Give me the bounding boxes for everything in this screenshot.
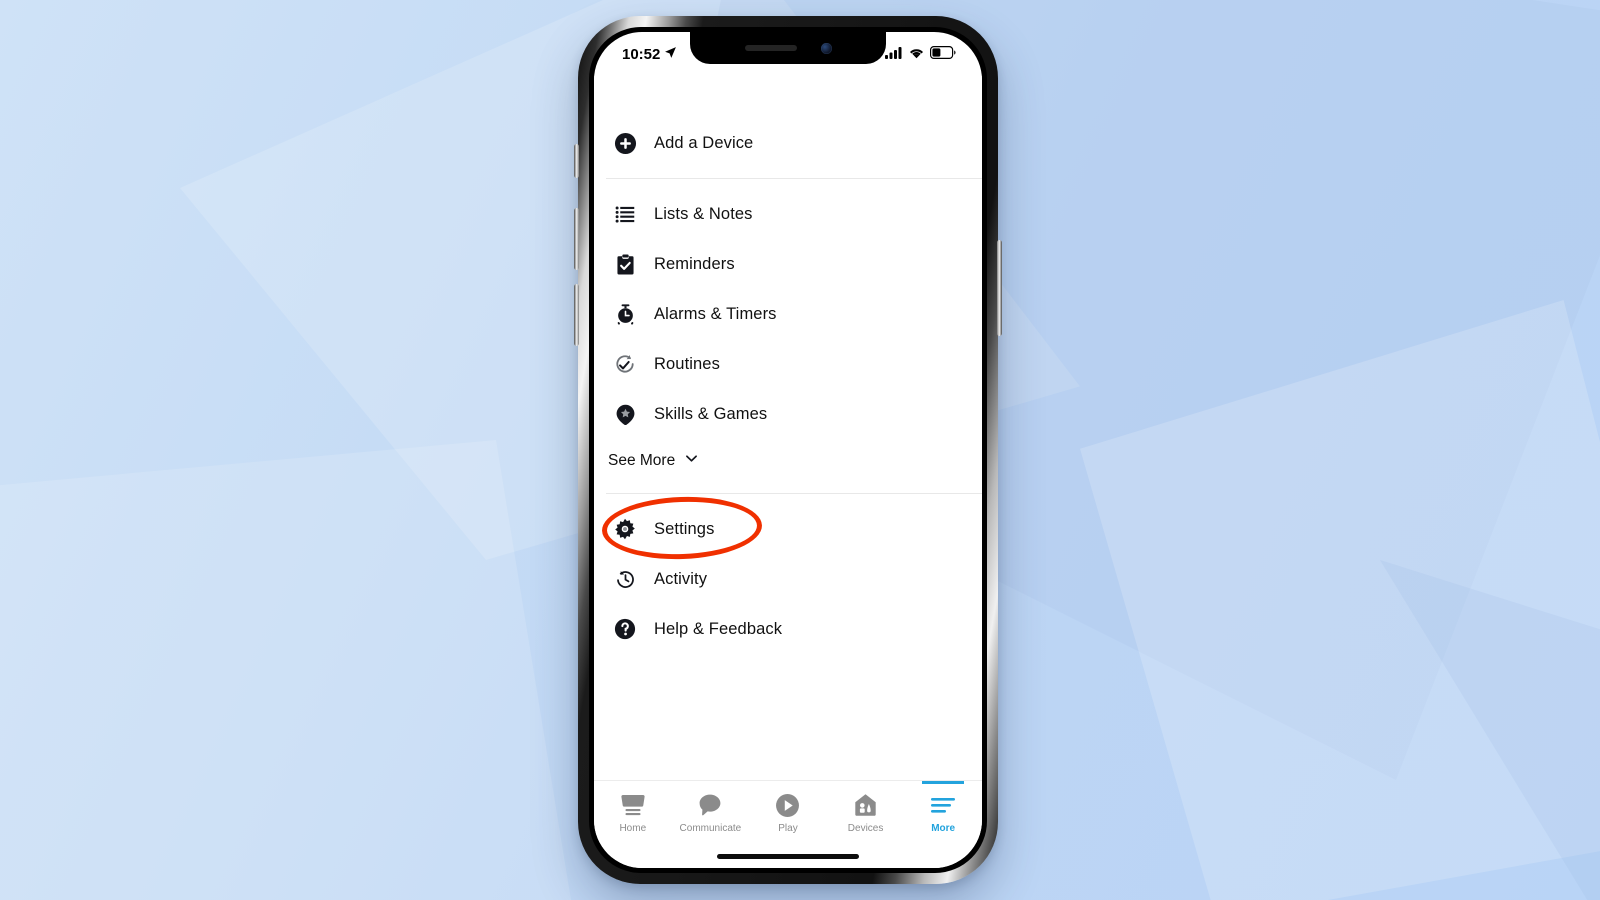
menu-item-label: Add a Device bbox=[654, 133, 754, 152]
menu-item-settings[interactable]: Settings bbox=[594, 504, 982, 554]
volume-up-button[interactable] bbox=[574, 208, 579, 270]
echo-device-icon bbox=[620, 792, 646, 818]
play-circle-icon bbox=[775, 792, 800, 818]
see-more-label: See More bbox=[608, 452, 676, 469]
phone-screen: 10:52 Add a Device Lists & Notes Reminde… bbox=[594, 32, 982, 868]
tab-label: More bbox=[931, 823, 956, 834]
more-menu-list: Add a Device Lists & Notes Reminders Ala… bbox=[594, 76, 982, 780]
chevron-down-icon bbox=[684, 451, 699, 471]
power-button[interactable] bbox=[997, 240, 1002, 336]
refresh-check-icon bbox=[608, 353, 642, 375]
menu-item-label: Help & Feedback bbox=[654, 619, 783, 638]
tab-label: Play bbox=[778, 823, 798, 834]
menu-item-lists-and-notes[interactable]: Lists & Notes bbox=[594, 189, 982, 239]
tab-home[interactable]: Home bbox=[594, 781, 672, 846]
see-more-toggle[interactable]: See More bbox=[594, 439, 982, 483]
cellular-signal-icon bbox=[885, 46, 903, 63]
menu-item-routines[interactable]: Routines bbox=[594, 339, 982, 389]
pin-star-icon bbox=[608, 404, 642, 425]
menu-item-label: Routines bbox=[654, 354, 720, 373]
status-bar-right bbox=[885, 45, 956, 63]
menu-item-alarms-and-timers[interactable]: Alarms & Timers bbox=[594, 289, 982, 339]
status-time: 10:52 bbox=[622, 45, 661, 63]
menu-divider bbox=[606, 493, 982, 494]
house-device-icon bbox=[853, 792, 878, 818]
menu-item-reminders[interactable]: Reminders bbox=[594, 239, 982, 289]
menu-divider bbox=[606, 178, 982, 179]
menu-item-activity[interactable]: Activity bbox=[594, 554, 982, 604]
menu-item-label: Reminders bbox=[654, 254, 735, 273]
menu-item-label: Skills & Games bbox=[654, 404, 768, 423]
menu-item-label: Alarms & Timers bbox=[654, 304, 777, 323]
volume-down-button[interactable] bbox=[574, 284, 579, 346]
location-arrow-icon bbox=[664, 46, 677, 63]
tab-label: Devices bbox=[847, 823, 884, 834]
alarm-clock-icon bbox=[608, 303, 642, 325]
front-camera-icon bbox=[820, 42, 832, 54]
plus-circle-icon bbox=[608, 132, 642, 155]
gear-icon bbox=[608, 518, 642, 540]
tab-label: Home bbox=[619, 823, 647, 834]
clipboard-check-icon bbox=[608, 254, 642, 275]
menu-item-label: Settings bbox=[654, 519, 715, 538]
clock-history-icon bbox=[608, 569, 642, 590]
phone-bezel: 10:52 Add a Device Lists & Notes Reminde… bbox=[589, 27, 987, 873]
notch bbox=[690, 32, 886, 64]
home-indicator[interactable] bbox=[717, 854, 859, 859]
menu-item-skills-and-games[interactable]: Skills & Games bbox=[594, 389, 982, 439]
menu-item-label: Lists & Notes bbox=[654, 204, 753, 223]
wifi-icon bbox=[908, 46, 925, 63]
background-polygon bbox=[1380, 560, 1600, 900]
list-lines-icon bbox=[608, 204, 642, 225]
menu-item-add-a-device[interactable]: Add a Device bbox=[594, 118, 982, 168]
tab-more[interactable]: More bbox=[904, 781, 982, 846]
tab-devices[interactable]: Devices bbox=[827, 781, 905, 846]
earpiece-speaker-icon bbox=[744, 45, 797, 51]
menu-lines-icon bbox=[930, 792, 956, 818]
mute-switch[interactable] bbox=[574, 144, 579, 178]
tab-play[interactable]: Play bbox=[749, 781, 827, 846]
status-bar-left: 10:52 bbox=[622, 46, 677, 63]
screenshot-canvas: 10:52 Add a Device Lists & Notes Reminde… bbox=[0, 0, 1600, 900]
menu-item-label: Activity bbox=[654, 569, 708, 588]
battery-icon bbox=[930, 45, 956, 63]
menu-item-help-and-feedback[interactable]: Help & Feedback bbox=[594, 604, 982, 654]
tab-label: Communicate bbox=[679, 823, 742, 834]
tab-communicate[interactable]: Communicate bbox=[672, 781, 750, 846]
background-polygon bbox=[0, 440, 580, 900]
phone-mockup: 10:52 Add a Device Lists & Notes Reminde… bbox=[574, 16, 1002, 884]
speech-bubble-icon bbox=[698, 792, 722, 818]
question-circle-icon bbox=[608, 618, 642, 640]
background-polygon bbox=[1080, 300, 1600, 900]
